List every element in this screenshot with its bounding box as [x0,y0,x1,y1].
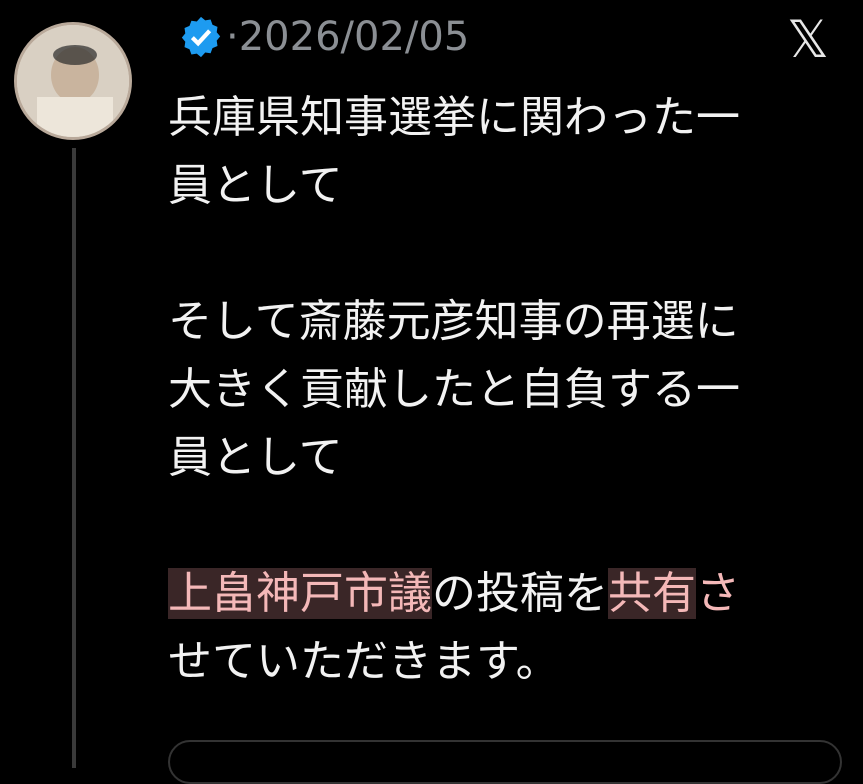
post-text-line: 員として [168,160,343,211]
post-text-line: 員として [168,432,343,483]
verified-badge-icon [181,16,221,58]
avatar[interactable] [14,22,132,140]
post-date: ·2026/02/05 [226,14,470,60]
post-text-line: そして斎藤元彦知事の再選に [168,296,739,347]
quoted-post-card[interactable] [168,740,842,784]
x-logo-icon[interactable]: 𝕏 [778,10,838,70]
post-text-segment: の投稿を [432,568,608,619]
post-text: 兵庫県知事選挙に関わった一 員として そして斎藤元彦知事の再選に 大きく貢献した… [168,84,848,696]
post-text-line: 兵庫県知事選挙に関わった一 [168,92,740,143]
thread-line [72,148,76,768]
post-text-line: 上畠神戸市議の投稿を共有さ [168,560,848,628]
avatar-photo [17,25,129,137]
highlighted-mention: 上畠神戸市議 [168,568,432,619]
post-text-line: せていただきます。 [168,636,560,687]
post-text-segment: さ [696,568,740,619]
post-text-line: 大きく貢献したと自負する一 [168,364,740,415]
highlighted-word: 共有 [608,568,696,619]
